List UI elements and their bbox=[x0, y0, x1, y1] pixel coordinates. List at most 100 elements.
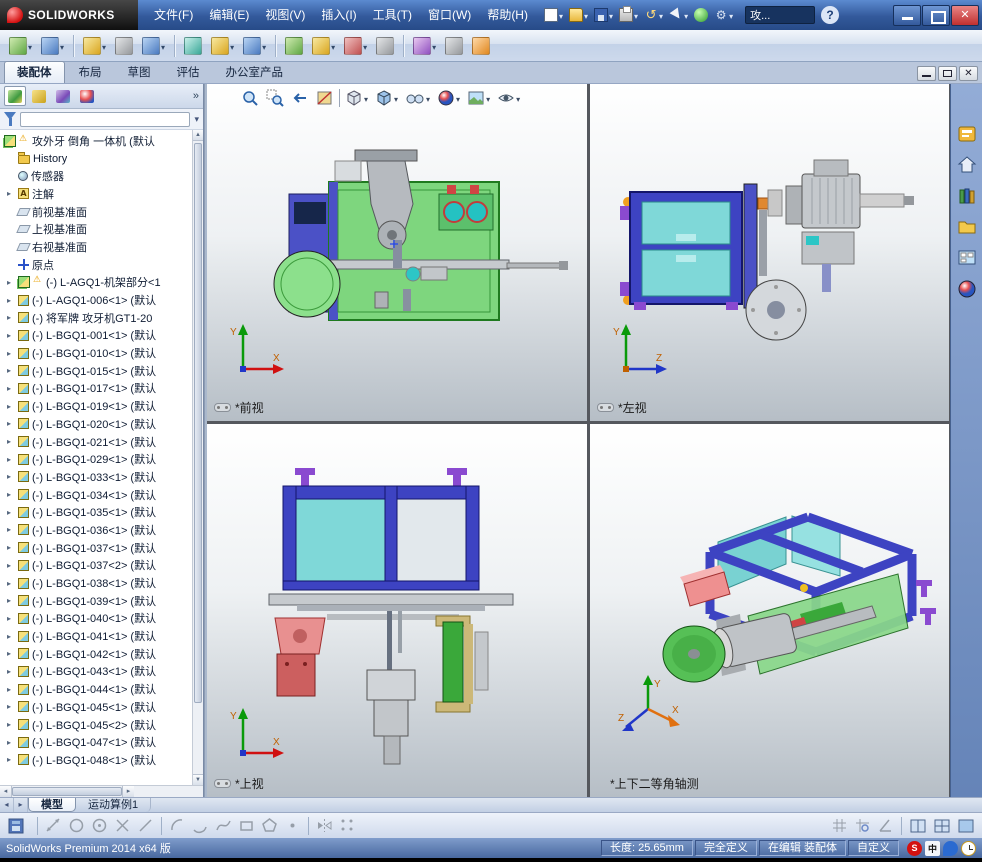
filter-dropdown-icon[interactable]: ▾ bbox=[194, 114, 199, 125]
tree-item-component[interactable]: (-) L-BGQ1-037<1> (默认 bbox=[0, 539, 203, 557]
tree-item-component[interactable]: (-) L-BGQ1-037<2> (默认 bbox=[0, 557, 203, 575]
linear-sketch-pattern-button[interactable] bbox=[337, 815, 358, 837]
tab-model[interactable]: 模型 bbox=[28, 798, 76, 812]
viewport-pane-front[interactable]: Y X *前视 bbox=[207, 84, 587, 421]
pane-split-button[interactable] bbox=[931, 815, 953, 837]
smart-fasteners-button[interactable] bbox=[112, 33, 136, 59]
viewport-pane-top[interactable]: Y X *上视 bbox=[207, 424, 587, 797]
view-palette-button[interactable] bbox=[955, 246, 979, 270]
menu-edit[interactable]: 编辑(E) bbox=[201, 0, 257, 30]
tab-office-products[interactable]: 办公室产品 bbox=[214, 62, 296, 83]
view-indicator-icon[interactable] bbox=[597, 403, 614, 412]
tab-assembly[interactable]: 装配体 bbox=[4, 61, 65, 83]
tree-item-component[interactable]: (-) L-BGQ1-034<1> (默认 bbox=[0, 486, 203, 504]
view-settings-button[interactable] bbox=[495, 87, 522, 109]
minimize-button[interactable] bbox=[893, 4, 921, 26]
dropdown-icon[interactable] bbox=[160, 37, 165, 55]
tree-item-component[interactable]: (-) L-BGQ1-015<1> (默认 bbox=[0, 362, 203, 380]
tab-evaluate[interactable]: 评估 bbox=[165, 62, 212, 83]
point-tool-button[interactable] bbox=[282, 815, 303, 837]
tree-item-sensors[interactable]: 传感器 bbox=[0, 167, 203, 185]
spline-tool-button[interactable] bbox=[213, 815, 234, 837]
open-button[interactable] bbox=[567, 4, 590, 26]
document-restore-button[interactable] bbox=[938, 66, 957, 81]
scrollbar-track[interactable] bbox=[134, 786, 203, 797]
tree-item-component[interactable]: (-) L-AGQ1-006<1> (默认 bbox=[0, 291, 203, 309]
tree-item-component[interactable]: (-) L-BGQ1-017<1> (默认 bbox=[0, 380, 203, 398]
tree-item-annotations[interactable]: 注解 bbox=[0, 185, 203, 203]
display-style-button[interactable] bbox=[373, 87, 400, 109]
new-motion-study-button[interactable] bbox=[282, 33, 306, 59]
dropdown-icon[interactable] bbox=[59, 37, 64, 55]
file-explorer-button[interactable] bbox=[955, 215, 979, 239]
dropdown-icon[interactable] bbox=[608, 6, 613, 24]
tree-item-component[interactable]: (-) L-BGQ1-035<1> (默认 bbox=[0, 503, 203, 521]
dropdown-icon[interactable] bbox=[558, 6, 563, 24]
comment-bubble-icon[interactable] bbox=[943, 840, 958, 856]
dropdown-icon[interactable] bbox=[101, 37, 106, 55]
trim-entities-button[interactable] bbox=[112, 815, 133, 837]
tree-item-front-plane[interactable]: 前视基准面 bbox=[0, 203, 203, 221]
tree-item-component[interactable]: (-) L-BGQ1-047<1> (默认 bbox=[0, 733, 203, 751]
tree-item-component[interactable]: (-) L-BGQ1-048<1> (默认 bbox=[0, 751, 203, 769]
large-design-review-button[interactable] bbox=[469, 33, 493, 59]
smart-dimension-button[interactable] bbox=[43, 815, 64, 837]
design-library-button[interactable] bbox=[955, 184, 979, 208]
tree-item-component[interactable]: (-) L-AGQ1-机架部分<1 bbox=[0, 274, 203, 292]
scroll-up-icon[interactable]: ▲ bbox=[193, 130, 203, 141]
arc-tool-button[interactable] bbox=[167, 815, 188, 837]
tab-motion-study-1[interactable]: 运动算例1 bbox=[76, 798, 152, 812]
tree-item-component[interactable]: (-) L-BGQ1-038<1> (默认 bbox=[0, 574, 203, 592]
tree-item-component[interactable]: (-) L-BGQ1-041<1> (默认 bbox=[0, 627, 203, 645]
viewport-pane-isometric[interactable]: Y Z X *上下二等角轴测 bbox=[590, 424, 949, 797]
propertymanager-tab[interactable] bbox=[28, 86, 50, 106]
dropdown-icon[interactable] bbox=[633, 6, 638, 24]
tab-scroll-left-icon[interactable]: ◂ bbox=[0, 798, 14, 812]
new-document-button[interactable] bbox=[542, 4, 565, 26]
save-button[interactable] bbox=[592, 4, 615, 26]
apply-scene-button[interactable] bbox=[465, 87, 492, 109]
tree-item-component[interactable]: (-) L-BGQ1-033<1> (默认 bbox=[0, 468, 203, 486]
document-minimize-button[interactable] bbox=[917, 66, 936, 81]
dropdown-icon[interactable] bbox=[261, 37, 266, 55]
viewport-pane-left[interactable]: Y Z *左视 bbox=[590, 84, 949, 421]
dropdown-icon[interactable] bbox=[431, 37, 436, 55]
tree-item-history[interactable]: History bbox=[0, 150, 203, 168]
solidworks-tray-icon[interactable]: S bbox=[907, 840, 922, 856]
sketch-relations-button[interactable] bbox=[875, 815, 896, 837]
scrollbar-thumb[interactable] bbox=[194, 143, 202, 703]
dropdown-icon[interactable] bbox=[425, 89, 430, 107]
insert-components-button[interactable] bbox=[6, 33, 35, 59]
menu-view[interactable]: 视图(V) bbox=[257, 0, 313, 30]
tree-item-top-plane[interactable]: 上视基准面 bbox=[0, 220, 203, 238]
configurationmanager-tab[interactable] bbox=[52, 86, 74, 106]
tree-item-component[interactable]: (-) L-BGQ1-020<1> (默认 bbox=[0, 415, 203, 433]
dropdown-icon[interactable] bbox=[515, 89, 520, 107]
view-indicator-icon[interactable] bbox=[214, 779, 231, 788]
measure-button[interactable] bbox=[442, 33, 466, 59]
featuremanager-tab[interactable] bbox=[4, 86, 26, 106]
tree-item-component[interactable]: (-) L-BGQ1-039<1> (默认 bbox=[0, 592, 203, 610]
scrollbar-thumb[interactable] bbox=[12, 787, 122, 796]
tree-item-root[interactable]: 攻外牙 倒角 一体机 (默认 bbox=[0, 132, 203, 150]
dropdown-icon[interactable] bbox=[658, 6, 663, 24]
view-orientation-button[interactable] bbox=[343, 87, 370, 109]
tree-item-component[interactable]: (-) L-BGQ1-036<1> (默认 bbox=[0, 521, 203, 539]
tab-sketch[interactable]: 草图 bbox=[116, 62, 163, 83]
menu-help[interactable]: 帮助(H) bbox=[479, 0, 536, 30]
view-indicator-icon[interactable] bbox=[214, 403, 231, 412]
display-grid-button[interactable] bbox=[829, 815, 850, 837]
scroll-right-icon[interactable]: ▸ bbox=[122, 786, 134, 797]
viewport-vertical-splitter[interactable] bbox=[587, 84, 590, 797]
edit-appearance-button[interactable] bbox=[435, 87, 462, 109]
home-button[interactable] bbox=[955, 153, 979, 177]
dropdown-icon[interactable] bbox=[330, 37, 335, 55]
tree-item-component[interactable]: (-) L-BGQ1-010<1> (默认 bbox=[0, 344, 203, 362]
tree-item-component[interactable]: (-) L-BGQ1-001<1> (默认 bbox=[0, 327, 203, 345]
tree-vertical-scrollbar[interactable]: ▲ ▼ bbox=[192, 130, 203, 785]
dropdown-icon[interactable] bbox=[27, 37, 32, 55]
dropdown-icon[interactable] bbox=[455, 89, 460, 107]
tab-layout[interactable]: 布局 bbox=[67, 62, 114, 83]
close-button[interactable]: ✕ bbox=[951, 4, 979, 26]
perimeter-circle-button[interactable] bbox=[89, 815, 110, 837]
